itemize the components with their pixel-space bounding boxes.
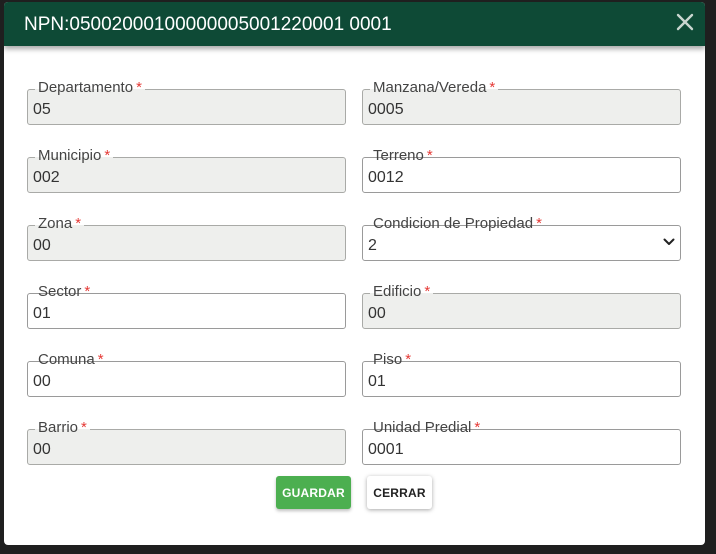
condicion-propiedad-field: 2 Condicion de Propiedad * xyxy=(362,215,681,261)
modal-title: NPN:05002000100000005001220001 0001 xyxy=(24,14,392,35)
sector-field: 01 Sector * xyxy=(27,283,346,329)
comuna-field: 00 Comuna * xyxy=(27,351,346,397)
zona-field: 00 Zona * xyxy=(27,215,346,261)
close-icon[interactable] xyxy=(673,10,697,34)
guardar-button[interactable]: GUARDAR xyxy=(276,476,351,509)
barrio-label: Barrio * xyxy=(35,419,90,437)
piso-label: Piso * xyxy=(370,351,415,369)
sector-label: Sector * xyxy=(35,283,94,301)
departamento-field: 05 Departamento * xyxy=(27,79,346,125)
edificio-field: 00 Edificio * xyxy=(362,283,681,329)
zona-label: Zona * xyxy=(35,215,85,233)
manzana-vereda-field: 0005 Manzana/Vereda * xyxy=(362,79,681,125)
npn-modal: NPN:05002000100000005001220001 0001 05 D… xyxy=(4,2,705,545)
terreno-label: Terreno * xyxy=(370,147,436,165)
departamento-label: Departamento * xyxy=(35,79,145,97)
edificio-label: Edificio * xyxy=(370,283,434,301)
chevron-down-icon[interactable] xyxy=(663,237,675,247)
municipio-label: Municipio * xyxy=(35,147,114,165)
modal-header: NPN:05002000100000005001220001 0001 xyxy=(4,2,705,46)
municipio-field: 002 Municipio * xyxy=(27,147,346,193)
piso-field: 01 Piso * xyxy=(362,351,681,397)
manzana-vereda-label: Manzana/Vereda * xyxy=(370,79,499,97)
comuna-label: Comuna * xyxy=(35,351,107,369)
unidad-predial-field: 0001 Unidad Predial * xyxy=(362,419,681,465)
unidad-predial-label: Unidad Predial * xyxy=(370,419,484,437)
cerrar-button[interactable]: CERRAR xyxy=(367,476,432,509)
condicion-propiedad-label: Condicion de Propiedad * xyxy=(370,215,545,233)
barrio-field: 00 Barrio * xyxy=(27,419,346,465)
terreno-field: 0012 Terreno * xyxy=(362,147,681,193)
